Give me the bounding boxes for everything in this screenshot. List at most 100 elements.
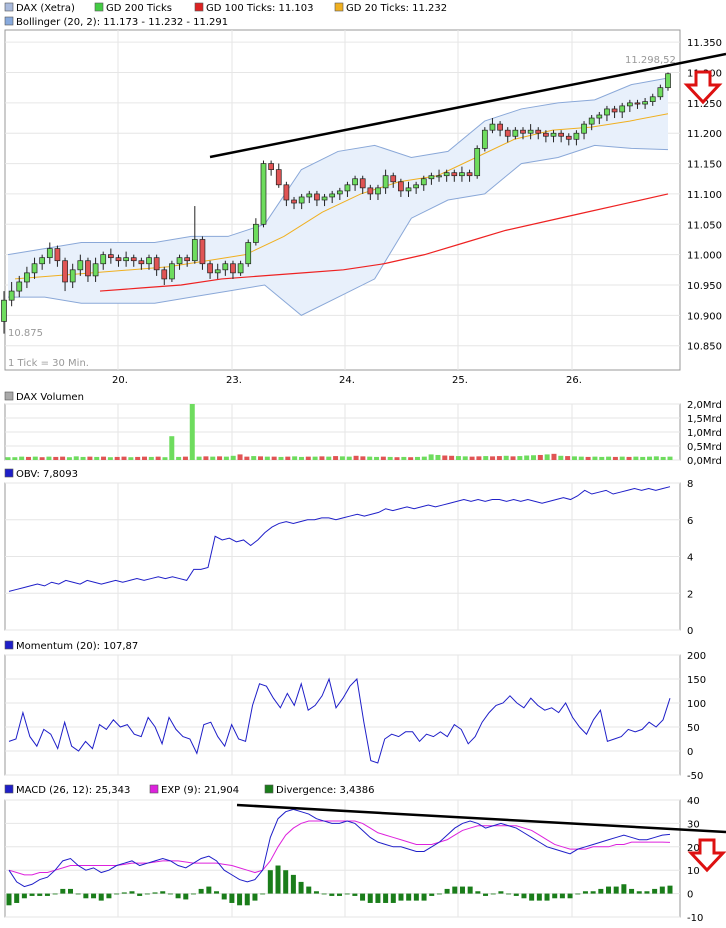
candle-body [24, 272, 30, 283]
candle-body [611, 108, 618, 113]
candle-body [504, 129, 511, 137]
candle-body [275, 169, 282, 186]
candle-body [588, 117, 595, 125]
divergence-bar [244, 893, 250, 906]
volume-bar [251, 456, 257, 460]
volume-bar [223, 456, 229, 460]
price-y-tick: 11.200 [687, 129, 722, 140]
candle-body [169, 263, 175, 280]
volume-bar [87, 456, 93, 460]
divergence-bar [559, 893, 565, 899]
divergence-bar [37, 893, 43, 896]
candle-body [436, 175, 442, 178]
volume-bar [455, 456, 461, 460]
divergence-bar [375, 893, 381, 903]
x-axis-day-label: 23. [226, 375, 242, 386]
volume-legend-swatch [4, 391, 14, 401]
candle-body [398, 181, 404, 192]
divergence-bar [506, 893, 512, 895]
divergence-bar [567, 893, 573, 899]
price-y-tick: 11.150 [687, 160, 722, 171]
divergence-bar [652, 888, 658, 894]
obv-y-tick: 4 [687, 553, 693, 564]
divergence-bar [129, 891, 135, 894]
candle-body [321, 196, 328, 201]
volume-bar [189, 404, 195, 460]
divergence-bar [383, 893, 389, 903]
divergence-bar [137, 893, 143, 896]
price-legend-swatch [4, 2, 14, 12]
volume-bar [524, 455, 530, 460]
volume-bar [544, 454, 550, 460]
divergence-bar [398, 893, 404, 901]
candle-body [405, 187, 412, 192]
candle-body [489, 123, 496, 131]
divergence-bar [321, 893, 327, 895]
candle-body [581, 123, 587, 134]
volume-bar [94, 456, 100, 460]
volume-bar [585, 456, 591, 460]
divergence-bar [98, 893, 104, 901]
divergence-bar [390, 893, 396, 903]
price-y-tick: 11.000 [687, 251, 722, 262]
divergence-bar [483, 893, 489, 896]
volume-bar [633, 456, 639, 460]
candle-body [237, 263, 244, 274]
divergence-bar [290, 874, 296, 894]
volume-bar [414, 456, 420, 460]
volume-bar [66, 457, 72, 460]
candle-body [466, 172, 473, 177]
divergence-bar [459, 886, 465, 894]
volume-bar [408, 457, 414, 460]
price-legend-label: DAX (Xetra) [16, 3, 75, 14]
low-value-label: 10.875 [8, 328, 43, 339]
macd-legend-label: EXP (9): 21,904 [161, 785, 239, 796]
volume-bar [578, 456, 584, 460]
price-legend-swatch [94, 2, 104, 12]
obv-legend-swatch [4, 468, 14, 478]
momentum-plot-area [4, 654, 681, 776]
volume-bar [312, 456, 318, 460]
volume-bar [298, 456, 304, 460]
momentum-y-tick: 100 [687, 699, 706, 710]
candle-body [54, 248, 61, 262]
volume-bar [374, 456, 380, 460]
volume-bar [135, 456, 141, 460]
divergence-bar [444, 888, 450, 894]
volume-bar [503, 455, 509, 460]
candle-body [596, 114, 603, 119]
momentum-y-tick: 150 [687, 675, 706, 686]
candle-body [657, 87, 664, 98]
price-legend-label: GD 100 Ticks: 11.103 [206, 3, 314, 14]
price-y-tick: 11.100 [687, 190, 722, 201]
candle-body [138, 260, 145, 265]
candle-body [214, 269, 221, 274]
divergence-bar [613, 886, 619, 894]
divergence-bar [636, 891, 642, 894]
volume-bar [319, 456, 325, 460]
volume-y-tick: 1,0Mrd [687, 428, 722, 439]
candle-body [146, 257, 152, 265]
price-legend-label: GD 20 Ticks: 11.232 [346, 3, 447, 14]
volume-bar [367, 456, 373, 460]
momentum-y-tick: 0 [687, 747, 693, 758]
divergence-bar [521, 893, 527, 899]
price-legend-label: GD 200 Ticks [106, 3, 172, 14]
volume-bar [46, 456, 52, 460]
momentum-legend-label: Momentum (20): 107,87 [16, 641, 138, 652]
divergence-bar [452, 886, 458, 894]
volume-bar [517, 456, 523, 460]
candle-body [543, 132, 549, 137]
volume-bar [449, 455, 455, 460]
candle-body [85, 260, 91, 277]
macd-legend-swatch [149, 784, 159, 794]
x-axis-day-label: 26. [566, 375, 582, 386]
volume-bar [421, 456, 427, 460]
divergence-bar [429, 893, 435, 896]
candle-body [46, 248, 53, 259]
price-legend-swatch [4, 16, 14, 26]
candle-body [512, 129, 519, 137]
divergence-bar [206, 886, 212, 894]
candle-body [31, 263, 38, 274]
divergence-bar [183, 893, 189, 900]
